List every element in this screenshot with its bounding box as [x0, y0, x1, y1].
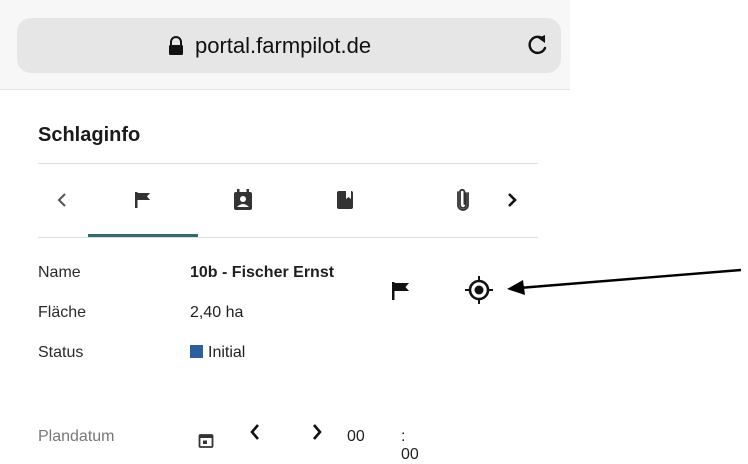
tab-book[interactable]	[320, 180, 370, 220]
calendar-person-icon	[234, 189, 252, 210]
locate-icon[interactable]	[464, 275, 494, 305]
browser-toolbar: portal.farmpilot.de	[0, 0, 570, 90]
chevron-left-icon	[57, 193, 66, 207]
tab-bar	[38, 170, 538, 237]
url-text[interactable]: portal.farmpilot.de	[195, 33, 371, 59]
status-value-wrap: Initial	[190, 344, 245, 362]
hour-field[interactable]: 00	[347, 428, 365, 446]
lock-icon	[169, 36, 183, 55]
next-date-button[interactable]	[310, 422, 324, 442]
status-label: Status	[38, 344, 84, 361]
chevron-right-icon	[508, 193, 517, 207]
name-label: Name	[38, 264, 81, 281]
name-value: 10b - Fischer Ernst	[190, 264, 335, 281]
arrow-left-annotation	[507, 268, 742, 295]
tab-calendar[interactable]	[218, 180, 268, 220]
minute-field[interactable]: : 00	[401, 428, 419, 464]
tab-attachments[interactable]	[443, 180, 483, 220]
divider	[38, 163, 538, 164]
tab-scroll-right[interactable]	[500, 180, 524, 220]
book-icon	[337, 191, 353, 209]
calendar-icon[interactable]	[198, 432, 214, 448]
prev-date-button[interactable]	[248, 422, 262, 442]
flag-icon[interactable]	[390, 280, 412, 302]
tab-scroll-left[interactable]	[50, 180, 74, 220]
plan-date-label: Plandatum	[38, 428, 115, 445]
paperclip-icon	[457, 188, 469, 211]
reload-icon[interactable]	[525, 32, 549, 58]
flag-icon	[135, 192, 150, 208]
page-title: Schlaginfo	[38, 124, 141, 146]
divider	[38, 237, 538, 238]
area-label: Fläche	[38, 304, 87, 321]
tab-flag[interactable]	[118, 180, 168, 220]
area-value: 2,40 ha	[190, 304, 244, 321]
status-color-square	[190, 345, 203, 358]
status-value: Initial	[208, 344, 246, 361]
address-bar[interactable]: portal.farmpilot.de	[17, 18, 561, 73]
